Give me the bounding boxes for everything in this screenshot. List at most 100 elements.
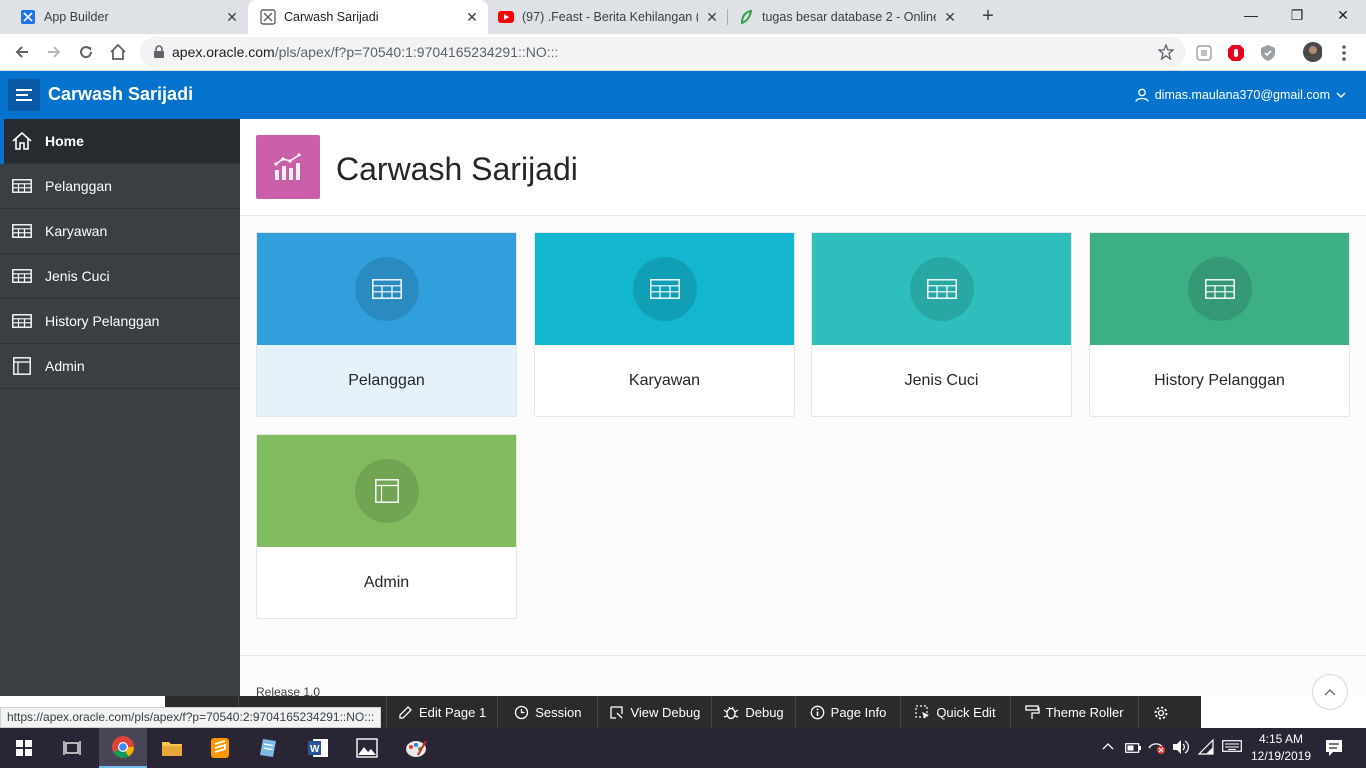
notifications-icon[interactable] [1325,739,1343,760]
sidebar-item-history-pelanggan[interactable]: History Pelanggan [0,299,240,344]
bug-icon [724,706,739,720]
reload-button[interactable] [74,40,98,64]
tab-app-builder[interactable]: App Builder ✕ [0,0,248,34]
close-icon[interactable]: ✕ [704,9,720,25]
notepad-button[interactable] [244,728,292,768]
close-icon[interactable]: ✕ [224,9,240,25]
wifi-icon[interactable] [1197,738,1214,758]
window-close-button[interactable]: ✕ [1320,0,1366,30]
sidebar-item-label: History Pelanggan [45,313,160,329]
word-button[interactable]: W [294,728,342,768]
maximize-button[interactable]: ❐ [1274,0,1320,30]
sublime-text-button[interactable] [196,728,244,768]
url-bar[interactable]: apex.oracle.com/pls/apex/f?p=70540:1:970… [140,37,1186,67]
clock-time: 4:15 AM [1258,732,1304,746]
sidebar-item-pelanggan[interactable]: Pelanggan [0,164,240,209]
paint-button[interactable] [392,728,440,768]
card-header [812,233,1071,345]
volume-icon[interactable] [1172,739,1190,758]
table-icon [354,257,419,321]
folder-icon [162,742,182,756]
address-toolbar: apex.oracle.com/pls/apex/f?p=70540:1:970… [0,34,1366,71]
tray-chevron-up-icon[interactable] [1102,738,1114,753]
theme-roller-button[interactable]: Theme Roller [1011,696,1139,729]
menu-toggle-button[interactable] [8,79,40,111]
sidebar-item-home[interactable]: Home [0,119,240,164]
network-error-icon[interactable] [1148,740,1166,757]
minimize-button[interactable]: — [1228,0,1274,30]
shield-icon[interactable] [1258,43,1278,63]
profile-avatar[interactable] [1302,42,1322,62]
start-button[interactable] [0,728,48,768]
devbar-settings-button[interactable] [1139,696,1183,729]
kebab-menu-icon[interactable] [1334,43,1354,63]
session-button[interactable]: Session [498,696,599,729]
task-view-button[interactable] [48,728,96,768]
apex-icon [260,9,276,25]
sidebar-item-label: Jenis Cuci [45,268,110,284]
adblock-icon[interactable] [1226,43,1246,63]
card-title: Admin [363,573,410,591]
reload-icon [80,46,93,59]
table-icon [909,257,974,321]
close-icon[interactable]: ✕ [464,9,480,25]
keyboard-icon[interactable] [1222,740,1242,755]
tab-online[interactable]: tugas besar database 2 - Online I ✕ [728,0,966,34]
card-karyawan[interactable]: Karyawan [534,232,795,417]
card-jenis-cuci[interactable]: Jenis Cuci [811,232,1072,417]
card-title: Jenis Cuci [904,371,979,389]
home-button[interactable] [106,40,130,64]
arrow-right-icon [48,46,61,58]
table-icon [11,175,33,197]
clock-date: 12/19/2019 [1250,749,1312,763]
home-icon [110,43,126,60]
card-history-pelanggan[interactable]: History Pelanggan [1089,232,1350,417]
browser-tab-strip: App Builder ✕ Carwash Sarijadi ✕ (97) .F… [0,0,1366,34]
footer-divider [240,655,1366,656]
card-header [257,435,516,547]
tab-carwash[interactable]: Carwash Sarijadi ✕ [248,0,488,34]
layout-icon [354,459,419,523]
devbar-label: View Debug [630,705,701,720]
scroll-to-top-button[interactable] [1312,674,1348,710]
clock-icon [515,705,529,720]
card-admin[interactable]: Admin [256,434,517,619]
view-debug-button[interactable]: View Debug [598,696,713,729]
hamburger-icon [16,89,32,101]
close-icon[interactable]: ✕ [942,9,958,25]
tab-title: App Builder [44,10,109,24]
forward-button[interactable] [42,40,66,64]
edit-page-button[interactable]: Edit Page 1 [387,696,499,729]
card-title: History Pelanggan [1154,371,1285,389]
extension-icon[interactable] [1194,43,1214,63]
debug-button[interactable]: Debug [712,696,796,729]
taskbar-clock[interactable]: 4:15 AM 12/19/2019 [1246,731,1316,765]
quick-edit-icon [915,705,930,719]
table-icon [11,310,33,332]
sidebar-item-admin[interactable]: Admin [0,344,240,389]
sidebar-item-label: Pelanggan [45,178,112,194]
tab-title: Carwash Sarijadi [284,10,379,24]
star-icon [1158,44,1174,60]
table-icon [1187,257,1252,321]
app-header: Carwash Sarijadi dimas.maulana370@gmail.… [0,71,1366,119]
app-title[interactable]: Carwash Sarijadi [48,84,193,105]
sublime-icon [211,738,229,758]
new-tab-button[interactable]: + [976,4,1000,28]
chevron-up-icon [1324,689,1336,696]
photos-button[interactable] [343,728,391,768]
sidebar-item-jenis-cuci[interactable]: Jenis Cuci [0,254,240,299]
page-info-button[interactable]: Page Info [796,696,902,729]
sidebar-item-label: Karyawan [45,223,108,239]
card-pelanggan[interactable]: Pelanggan [256,232,517,417]
tab-youtube[interactable]: (97) .Feast - Berita Kehilangan (Li ✕ [488,0,728,34]
sidebar-item-karyawan[interactable]: Karyawan [0,209,240,254]
file-explorer-button[interactable] [148,728,196,768]
user-menu[interactable]: dimas.maulana370@gmail.com [1135,88,1346,102]
back-button[interactable] [10,40,34,64]
battery-icon[interactable] [1125,741,1141,756]
view-debug-icon [610,706,624,719]
quick-edit-button[interactable]: Quick Edit [901,696,1011,729]
chrome-taskbar-button[interactable] [99,728,147,768]
chevron-down-icon [1336,92,1346,98]
